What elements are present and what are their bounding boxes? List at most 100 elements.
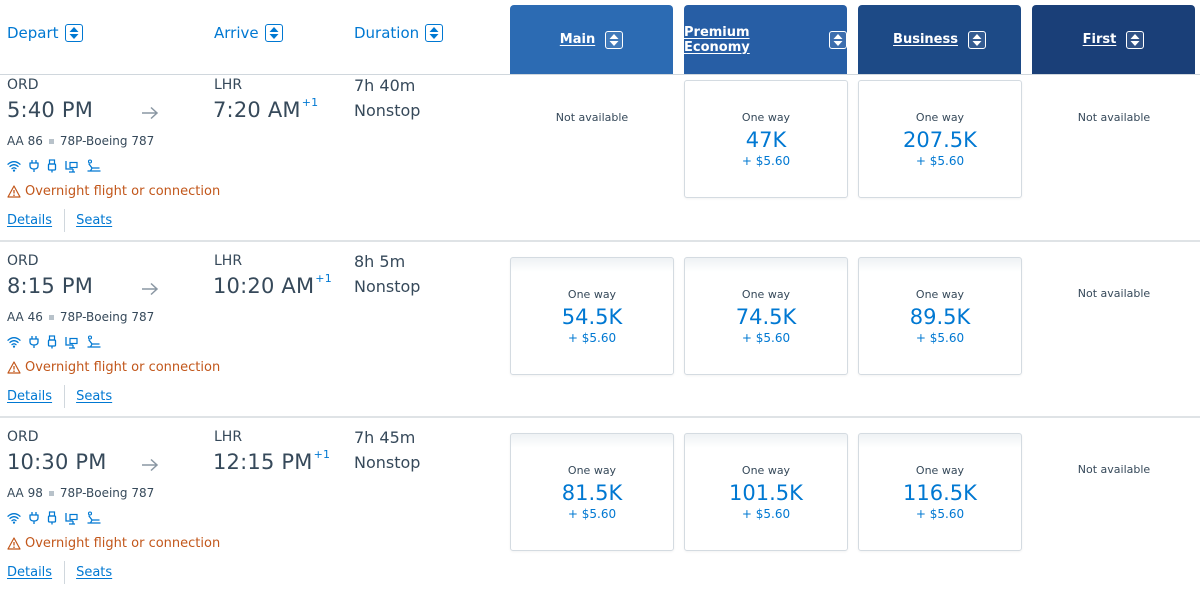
fare-type: One way xyxy=(741,111,791,124)
fare-miles: 116.5K xyxy=(903,481,977,505)
fare-type: One way xyxy=(915,111,965,124)
origin-airport: ORD xyxy=(7,77,39,93)
flight-links: Details Seats xyxy=(7,561,112,584)
flight-number: AA 46 xyxy=(7,310,43,324)
fare-miles: 101.5K xyxy=(729,481,803,505)
details-link[interactable]: Details xyxy=(7,389,52,404)
flight-links: Details Seats xyxy=(7,209,112,232)
fare-card-main[interactable]: One way 81.5K + $5.60 xyxy=(510,433,674,551)
departure-time: 5:40 PM xyxy=(7,98,94,122)
sort-duration-header[interactable]: Duration xyxy=(354,24,444,42)
details-link[interactable]: Details xyxy=(7,213,52,228)
sort-arrive-header[interactable]: Arrive xyxy=(214,24,283,42)
cabin-header-business[interactable]: Business xyxy=(858,5,1021,74)
arrival-time-text: 10:20 AM xyxy=(213,274,315,298)
fare-tax: + $5.60 xyxy=(915,154,965,168)
separator-dot xyxy=(48,138,54,144)
link-divider xyxy=(64,385,66,408)
flight-info: AA 98 78P-Boeing 787 xyxy=(7,486,154,500)
sort-toggle-icon[interactable] xyxy=(605,30,624,49)
warning-text: Overnight flight or connection xyxy=(25,184,221,199)
fare-not-available: Not available xyxy=(1077,287,1151,300)
power-outlet-icon xyxy=(28,335,40,349)
arrow-right-icon xyxy=(142,282,159,296)
arrow-right-icon xyxy=(142,458,159,472)
cabin-header-main[interactable]: Main xyxy=(510,5,673,74)
cabin-header-label: Main xyxy=(559,32,596,47)
separator-dot xyxy=(48,490,54,496)
amenities xyxy=(7,159,101,173)
arrival-time: 10:20 AM+1 xyxy=(213,272,332,298)
warning-triangle-icon xyxy=(7,537,21,550)
cabin-header-first[interactable]: First xyxy=(1032,5,1195,74)
overnight-warning: Overnight flight or connection xyxy=(7,536,220,551)
wifi-icon xyxy=(7,160,21,172)
destination-airport: LHR xyxy=(214,253,243,269)
fare-not-available: Not available xyxy=(1077,111,1151,124)
details-link[interactable]: Details xyxy=(7,565,52,580)
sort-toggle-icon[interactable] xyxy=(64,24,83,42)
flight-duration: 8h 5m xyxy=(354,252,406,271)
fare-card-business[interactable]: One way 89.5K + $5.60 xyxy=(858,257,1022,375)
flight-number: AA 86 xyxy=(7,134,43,148)
seatback-entertainment-icon xyxy=(64,159,79,173)
cabin-header-label: Business xyxy=(893,32,958,47)
flight-links: Details Seats xyxy=(7,385,112,408)
seats-link[interactable]: Seats xyxy=(76,213,112,228)
duration-header-label: Duration xyxy=(354,24,420,42)
sort-depart-header[interactable]: Depart xyxy=(7,24,83,42)
amenities xyxy=(7,511,101,525)
fare-not-available: Not available xyxy=(1077,463,1151,476)
sort-toggle-icon[interactable] xyxy=(967,30,986,49)
fare-card-premium-economy[interactable]: One way 47K + $5.60 xyxy=(684,80,848,198)
fare-miles: 89.5K xyxy=(909,305,971,329)
flight-info: AA 86 78P-Boeing 787 xyxy=(7,134,154,148)
cabin-header-label: Premium Economy xyxy=(684,24,750,55)
sort-toggle-icon[interactable] xyxy=(425,24,444,42)
day-offset-badge: +1 xyxy=(301,96,319,109)
wifi-icon xyxy=(7,512,21,524)
departure-time: 10:30 PM xyxy=(7,450,107,474)
fare-miles: 81.5K xyxy=(561,481,623,505)
arrival-time: 12:15 PM+1 xyxy=(213,448,330,474)
seats-link[interactable]: Seats xyxy=(76,565,112,580)
sort-toggle-icon[interactable] xyxy=(1126,30,1145,49)
sort-toggle-icon[interactable] xyxy=(264,24,283,42)
fare-type: One way xyxy=(567,288,617,301)
departure-time: 8:15 PM xyxy=(7,274,94,298)
sort-toggle-icon[interactable] xyxy=(829,30,847,49)
cabin-header-label: First xyxy=(1082,32,1117,47)
destination-airport: LHR xyxy=(214,429,243,445)
overnight-warning: Overnight flight or connection xyxy=(7,184,220,199)
flight-duration: 7h 45m xyxy=(354,428,416,447)
fare-card-business[interactable]: One way 207.5K + $5.60 xyxy=(858,80,1022,198)
fare-type: One way xyxy=(915,464,965,477)
aircraft-type: 78P-Boeing 787 xyxy=(59,486,155,500)
flight-number: AA 98 xyxy=(7,486,43,500)
fare-miles: 74.5K xyxy=(735,305,797,329)
fare-card-business[interactable]: One way 116.5K + $5.60 xyxy=(858,433,1022,551)
arrive-header-label: Arrive xyxy=(214,24,259,42)
flight-info: AA 46 78P-Boeing 787 xyxy=(7,310,154,324)
aircraft-type: 78P-Boeing 787 xyxy=(59,310,155,324)
origin-airport: ORD xyxy=(7,253,39,269)
link-divider xyxy=(64,209,66,232)
fare-tax: + $5.60 xyxy=(741,507,791,521)
amenities xyxy=(7,335,101,349)
fare-card-main[interactable]: One way 54.5K + $5.60 xyxy=(510,257,674,375)
fare-type: One way xyxy=(915,288,965,301)
day-offset-badge: +1 xyxy=(315,272,332,285)
fare-card-premium-economy[interactable]: One way 101.5K + $5.60 xyxy=(684,433,848,551)
arrival-time-text: 12:15 PM xyxy=(213,450,313,474)
stops-label: Nonstop xyxy=(354,101,421,120)
fare-card-premium-economy[interactable]: One way 74.5K + $5.60 xyxy=(684,257,848,375)
flight-duration: 7h 40m xyxy=(354,76,416,95)
lie-flat-seat-icon xyxy=(86,335,101,349)
row-divider xyxy=(0,416,1200,418)
aircraft-type: 78P-Boeing 787 xyxy=(59,134,155,148)
seats-link[interactable]: Seats xyxy=(76,389,112,404)
fare-miles: 54.5K xyxy=(561,305,623,329)
cabin-header-premium-economy[interactable]: Premium Economy xyxy=(684,5,847,74)
warning-triangle-icon xyxy=(7,185,21,198)
fare-not-available: Not available xyxy=(555,111,629,124)
